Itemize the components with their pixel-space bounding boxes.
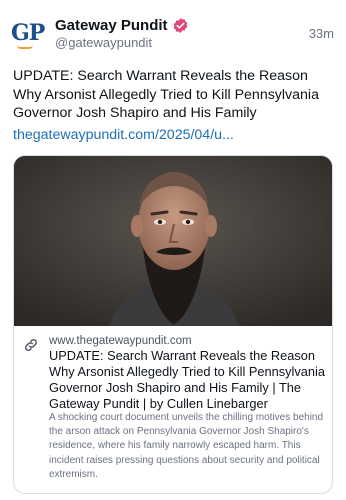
link-preview-card[interactable]: www.thegatewaypundit.com UPDATE: Search …: [13, 155, 333, 494]
verified-badge-icon: [172, 17, 189, 34]
portrait-photo: [14, 156, 332, 326]
card-title[interactable]: UPDATE: Search Warrant Reveals the Reaso…: [49, 348, 329, 412]
post-header: Gateway Pundit @gatewaypundit 33m: [55, 16, 336, 51]
avatar-logo: GP: [11, 20, 45, 46]
card-image[interactable]: [14, 156, 332, 326]
timestamp[interactable]: 33m: [309, 26, 334, 41]
handle[interactable]: @gatewaypundit: [55, 35, 336, 50]
avatar-swoosh: [17, 45, 33, 49]
display-name[interactable]: Gateway Pundit: [55, 17, 168, 34]
post-link[interactable]: thegatewaypundit.com/2025/04/u...: [13, 127, 234, 143]
avatar[interactable]: GP: [11, 18, 45, 52]
name-row: Gateway Pundit: [55, 16, 336, 34]
post-text: UPDATE: Search Warrant Reveals the Reaso…: [13, 68, 319, 121]
link-icon: [23, 337, 39, 353]
post[interactable]: GP Gateway Pundit @gatewaypundit 33m UPD…: [0, 0, 346, 500]
card-domain: www.thegatewaypundit.com: [49, 335, 192, 347]
card-description: A shocking court document unveils the ch…: [49, 412, 324, 480]
